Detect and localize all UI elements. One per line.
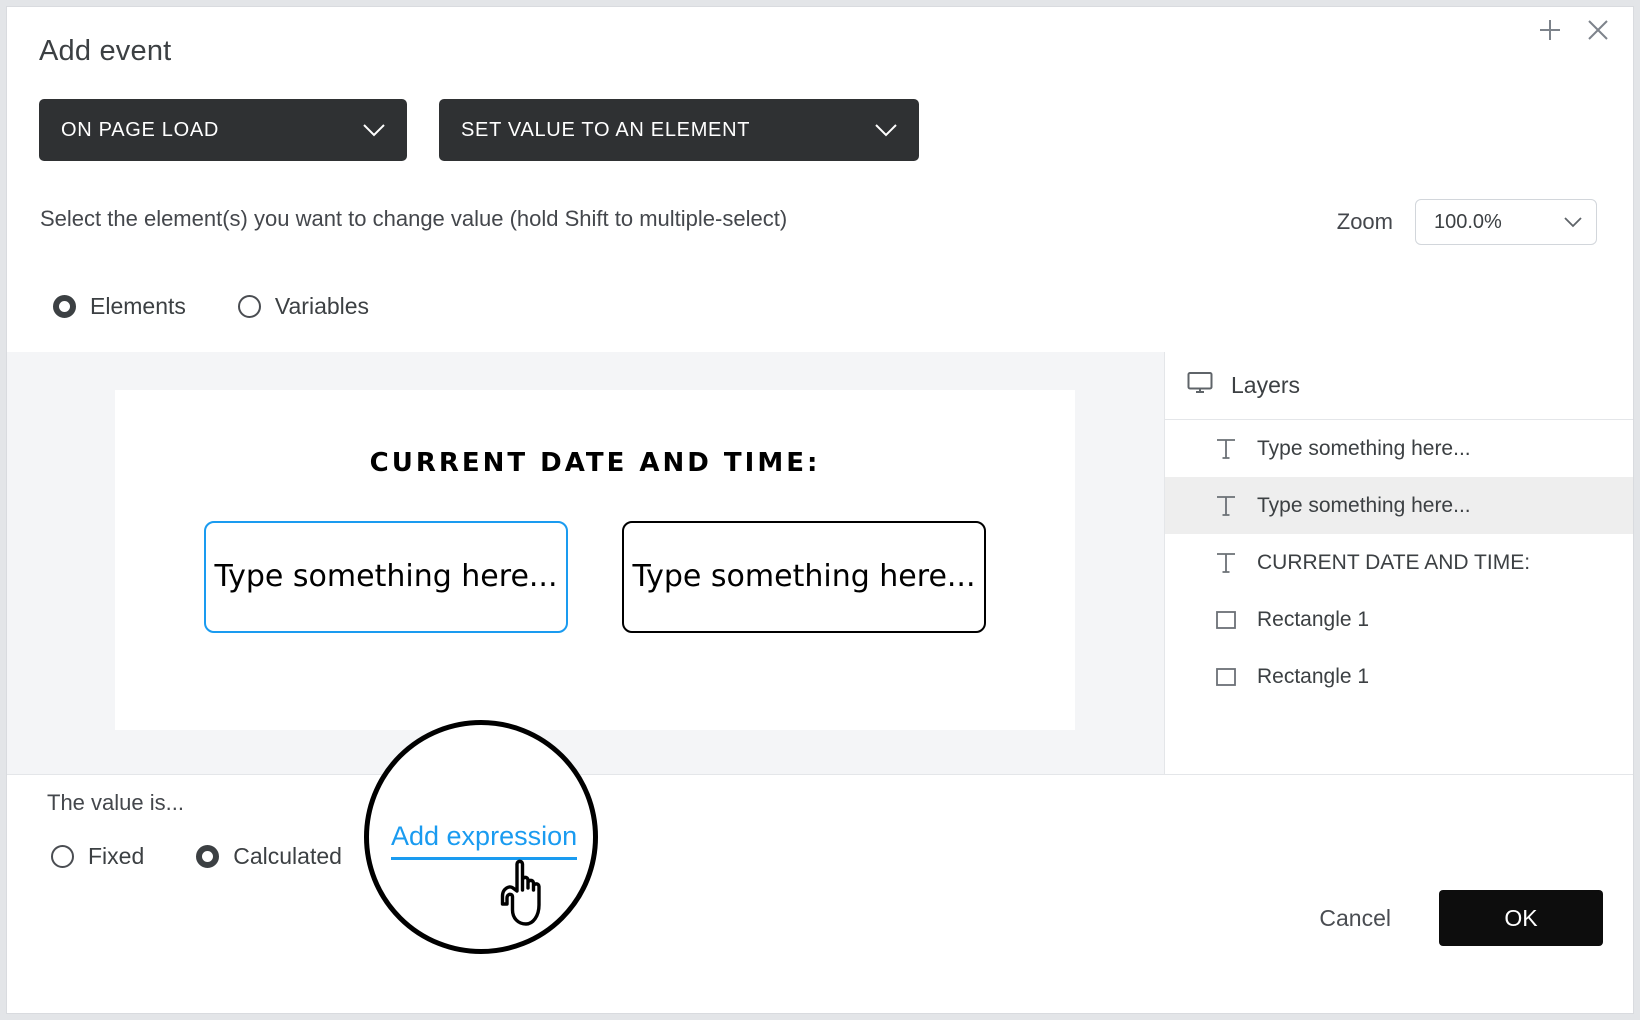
layer-row[interactable]: Rectangle 1 [1165, 648, 1633, 705]
chevron-down-icon [1564, 211, 1582, 234]
action-dropdown-label: SET VALUE TO AN ELEMENT [461, 118, 751, 141]
cancel-button[interactable]: Cancel [1313, 904, 1397, 933]
radio-fixed[interactable]: Fixed [51, 843, 144, 870]
instruction-text: Select the element(s) you want to change… [40, 206, 788, 231]
footer-buttons: Cancel OK [1313, 890, 1603, 946]
radio-elements-label: Elements [90, 293, 186, 319]
text-icon [1213, 495, 1239, 517]
zoom-label: Zoom [1336, 209, 1393, 234]
radio-calculated-indicator [196, 845, 220, 868]
zoom-control: Zoom 100.0% [1337, 199, 1597, 245]
layers-panel: Layers Type something here... Type somet… [1164, 352, 1633, 774]
layer-row-label: Type something here... [1257, 436, 1471, 460]
radio-calculated[interactable]: Calculated [196, 843, 342, 870]
window-actions [1535, 15, 1613, 45]
canvas-textbox-2-text: Type something here... [632, 558, 976, 594]
layer-row[interactable]: Type something here... [1165, 420, 1633, 477]
chevron-down-icon [875, 123, 897, 137]
text-icon [1213, 438, 1239, 460]
magnified-add-expression-link[interactable]: Add expression [391, 821, 578, 860]
layer-row-label: Rectangle 1 [1257, 664, 1370, 688]
close-icon[interactable] [1583, 15, 1613, 45]
ok-button[interactable]: OK [1439, 890, 1603, 946]
radio-elements-indicator [53, 295, 76, 318]
chevron-down-icon [363, 123, 385, 137]
trigger-dropdown-label: ON PAGE LOAD [61, 118, 220, 141]
rectangle-icon [1213, 666, 1239, 688]
layer-row-label: Type something here... [1257, 493, 1471, 517]
layer-row-label: Rectangle 1 [1257, 607, 1370, 631]
pointing-hand-cursor [499, 858, 557, 935]
layers-panel-title: Layers [1231, 372, 1301, 398]
plus-icon[interactable] [1535, 15, 1565, 45]
canvas-textbox-1[interactable]: Type something here... [204, 521, 568, 633]
event-selector-row: ON PAGE LOAD SET VALUE TO AN ELEMENT [39, 99, 919, 161]
layer-row[interactable]: Type something here... [1165, 477, 1633, 534]
radio-fixed-label: Fixed [88, 843, 145, 869]
value-mode-radiogroup: Fixed Calculated [51, 843, 342, 870]
text-icon [1213, 552, 1239, 574]
layer-row[interactable]: CURRENT DATE AND TIME: [1165, 534, 1633, 591]
monitor-icon [1187, 371, 1213, 400]
source-mode-radiogroup: Elements Variables [53, 293, 369, 320]
canvas-textbox-1-text: Type something here... [214, 558, 558, 594]
zoom-value: 100.0% [1434, 210, 1502, 233]
radio-elements[interactable]: Elements [53, 293, 186, 320]
radio-fixed-indicator [51, 845, 74, 868]
canvas-card: CURRENT DATE AND TIME: Type something he… [115, 390, 1075, 730]
radio-variables-label: Variables [274, 293, 370, 319]
trigger-dropdown[interactable]: ON PAGE LOAD [39, 99, 407, 161]
canvas-heading: CURRENT DATE AND TIME: [369, 448, 821, 478]
page-title: Add event [39, 35, 172, 67]
canvas-textbox-2[interactable]: Type something here... [622, 521, 986, 633]
action-dropdown[interactable]: SET VALUE TO AN ELEMENT [439, 99, 919, 161]
dialog-footer: The value is... Fixed Calculated Add exp… [7, 774, 1633, 1013]
zoom-select[interactable]: 100.0% [1415, 199, 1597, 245]
rectangle-icon [1213, 609, 1239, 631]
add-event-dialog: Add event ON PAGE LOAD SET VALUE TO AN E… [6, 6, 1634, 1014]
layer-row-label: CURRENT DATE AND TIME: [1257, 550, 1531, 574]
dialog-titlebar: Add event [7, 7, 1633, 97]
layers-panel-header: Layers [1165, 352, 1633, 420]
layer-row[interactable]: Rectangle 1 [1165, 591, 1633, 648]
radio-variables-indicator [237, 295, 261, 318]
radio-variables[interactable]: Variables [237, 293, 370, 320]
value-section-label: The value is... [47, 790, 184, 815]
magnifier-callout: Add expression [364, 720, 598, 954]
radio-calculated-label: Calculated [233, 843, 342, 869]
